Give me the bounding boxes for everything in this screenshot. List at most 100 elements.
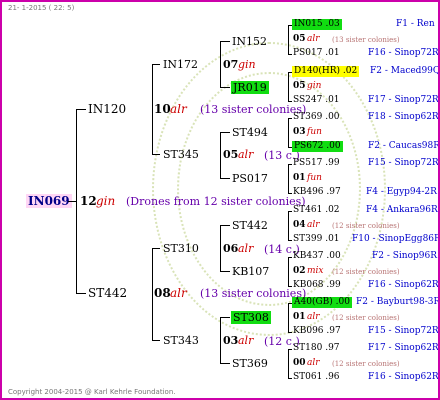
connector <box>76 109 86 110</box>
gen5-bottom[interactable]: KB068 .99 <box>293 280 341 291</box>
connector <box>288 349 289 378</box>
dam-year: 08 <box>154 286 171 300</box>
connector <box>220 87 230 88</box>
gen3-a-year: 07 <box>223 58 239 71</box>
sire-type: alr <box>170 102 187 116</box>
gen5-mid-type: gin <box>307 81 322 91</box>
gen3-c-year: 06 <box>223 242 239 255</box>
gen4-c1-name[interactable]: ST442 <box>232 219 268 232</box>
sire-note: (13 sister colonies) <box>200 103 307 116</box>
gen5-mid-note: (12 sister colonies) <box>332 268 400 276</box>
gen5-mid-type: alr <box>307 312 320 322</box>
connector <box>76 109 77 293</box>
gen3-c-type: alr <box>238 242 254 255</box>
connector <box>288 349 292 350</box>
root-note: (Drones from 12 sister colonies) <box>126 195 306 208</box>
gen3-a-name[interactable]: IN172 <box>163 58 198 71</box>
gen4-b2-name[interactable]: PS017 <box>232 172 268 185</box>
gen5-origin: F17 - Sinop62R <box>368 343 439 353</box>
gen5-mid-year: 05 <box>293 81 306 91</box>
gen5-mid-type: alr <box>307 34 320 44</box>
gen5-origin: F2 - Bayburt98-3R <box>356 297 440 307</box>
gen5-bottom[interactable]: PS672 .00 <box>292 141 343 152</box>
footer-copyright: Copyright 2004-2015 @ Karl Kehrle Founda… <box>8 388 176 396</box>
connector <box>288 211 292 212</box>
gen5-bottom[interactable]: ST061 .96 <box>293 372 340 383</box>
connector <box>288 101 292 102</box>
gen4-a1-name[interactable]: IN152 <box>232 35 267 48</box>
gen5-top[interactable]: PS517 .99 <box>293 158 340 169</box>
sire-name[interactable]: IN120 <box>88 102 126 116</box>
gen5-top[interactable]: ST369 .00 <box>293 112 340 123</box>
dam-name[interactable]: ST442 <box>88 286 127 300</box>
gen5-bottom-origin: F17 - Sinop72R <box>368 95 439 105</box>
gen3-b-type: alr <box>238 148 254 161</box>
gen5-bottom-origin: F15 - Sinop72R <box>368 326 439 336</box>
gen5-bottom-origin: F16 - Sinop62R <box>368 372 439 382</box>
connector <box>288 193 292 194</box>
gen3-b-name[interactable]: ST345 <box>163 148 199 161</box>
gen5-top[interactable]: ST180 .97 <box>293 343 340 354</box>
gen5-bottom[interactable]: ST399 .01 <box>293 234 340 245</box>
gen5-mid-type: alr <box>307 220 320 230</box>
connector <box>152 64 153 154</box>
connector <box>288 54 292 55</box>
gen5-bottom[interactable]: KB096 .97 <box>293 326 341 337</box>
connector <box>220 363 230 364</box>
gen4-c2-name[interactable]: KB107 <box>232 265 269 278</box>
gen5-mid-type: mix <box>307 266 324 276</box>
gen5-origin: F15 - Sinop72R <box>368 158 439 168</box>
gen5-mid-year: 04 <box>293 220 306 230</box>
connector <box>220 132 221 178</box>
gen4-d1-name[interactable]: ST308 <box>231 311 271 324</box>
gen4-b1-name[interactable]: ST494 <box>232 126 268 139</box>
gen4-d2-name[interactable]: ST369 <box>232 357 268 370</box>
gen5-bottom[interactable]: KB496 .97 <box>293 187 341 198</box>
connector <box>220 178 230 179</box>
gen5-top[interactable]: IN015 .03 <box>292 19 342 30</box>
gen3-d-year: 03 <box>223 334 239 347</box>
root-name[interactable]: IN069 <box>26 194 72 208</box>
gen4-a2-name[interactable]: JR019 <box>231 81 269 94</box>
connector <box>220 225 221 271</box>
gen3-d-type: alr <box>238 334 254 347</box>
gen5-bottom[interactable]: SS247 .01 <box>293 95 340 106</box>
connector <box>220 132 230 133</box>
gen5-mid-year: 05 <box>293 34 306 44</box>
gen5-mid-year: 00 <box>293 358 306 368</box>
gen5-bottom-origin: F16 - Sinop72R <box>368 48 439 58</box>
gen5-top[interactable]: D140(HR) .02 <box>292 66 360 77</box>
gen3-c-name[interactable]: ST310 <box>163 242 199 255</box>
gen5-bottom-origin: F2 - Caucas98R <box>368 141 440 151</box>
gen5-mid-type: fun <box>307 173 322 183</box>
gen5-top[interactable]: A40(GB) .00 <box>292 297 352 308</box>
gen5-top[interactable]: KB437 .00 <box>293 251 341 262</box>
sire-year: 10 <box>154 102 171 116</box>
gen5-bottom[interactable]: PS017 .01 <box>293 48 340 59</box>
connector <box>288 211 289 240</box>
connector <box>68 201 76 202</box>
gen5-bottom-origin: F4 - Egyp94-2R <box>366 187 437 197</box>
connector <box>220 41 221 87</box>
connector <box>288 72 289 101</box>
gen5-mid-type: alr <box>307 358 320 368</box>
gen5-mid-year: 01 <box>293 312 306 322</box>
gen3-d-name[interactable]: ST343 <box>163 334 199 347</box>
connector <box>152 64 160 65</box>
gen5-mid-type: fun <box>307 127 322 137</box>
gen5-origin: F2 - Sinop96R <box>372 251 437 261</box>
gen5-top[interactable]: ST461 .02 <box>293 205 340 216</box>
dam-note: (13 sister colonies) <box>200 287 307 300</box>
connector <box>152 340 160 341</box>
print-date: 21- 1-2015 ( 22: 5) <box>8 4 75 12</box>
connector <box>288 164 289 193</box>
connector <box>288 240 292 241</box>
gen5-origin: F4 - Ankara96R <box>366 205 438 215</box>
connector <box>288 332 292 333</box>
gen5-mid-note: (12 sister colonies) <box>332 314 400 322</box>
connector <box>288 164 292 165</box>
dam-type: alr <box>170 286 187 300</box>
connector <box>220 271 230 272</box>
connector <box>288 378 292 379</box>
connector <box>288 303 289 332</box>
